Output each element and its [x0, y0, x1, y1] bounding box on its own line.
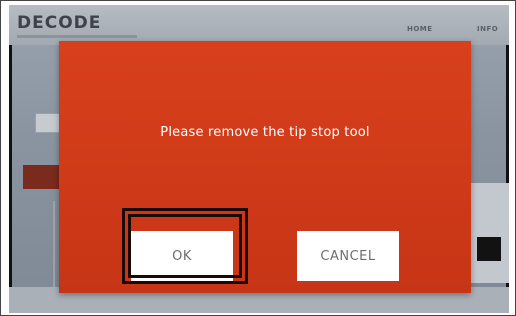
app-header: DECODE HOME INFO [9, 5, 509, 45]
cancel-button[interactable]: CANCEL [297, 231, 399, 281]
photo-frame: DECODE HOME INFO Please remove the tip s… [0, 0, 516, 316]
nav-info[interactable]: INFO [477, 25, 498, 33]
background-dark-square [477, 237, 501, 261]
ok-highlight-inner [128, 214, 242, 278]
background-side-panel [465, 183, 509, 283]
device-screen: DECODE HOME INFO Please remove the tip s… [9, 5, 509, 313]
alert-dialog: Please remove the tip stop tool OK CANCE… [59, 41, 471, 293]
header-underline [17, 35, 137, 38]
app-logo: DECODE [17, 13, 102, 33]
nav-home[interactable]: HOME [407, 25, 433, 33]
background-divider [53, 201, 55, 291]
dialog-message: Please remove the tip stop tool [160, 125, 370, 140]
